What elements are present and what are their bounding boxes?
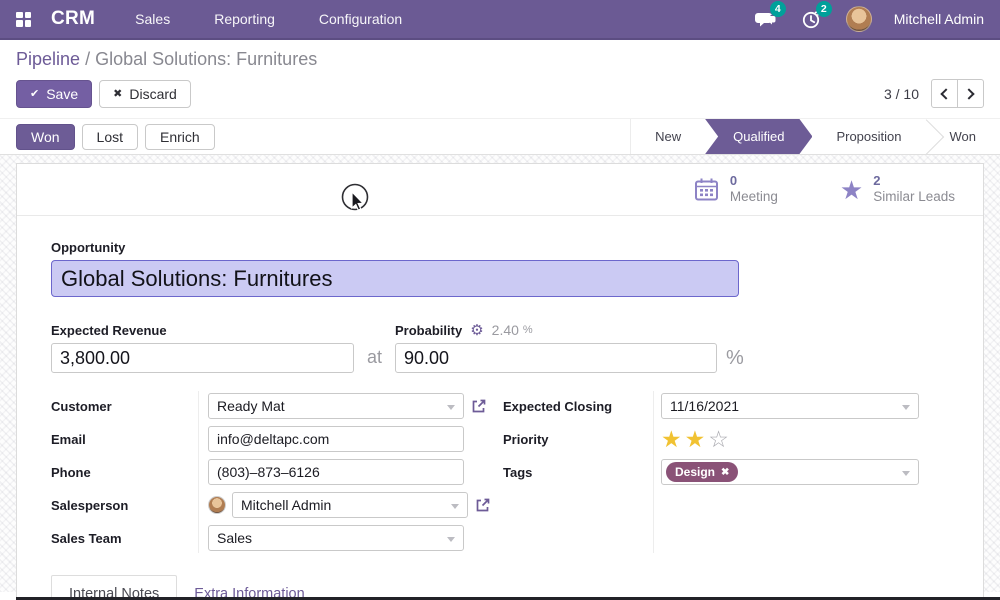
nav-menu: Sales Reporting Configuration [135, 11, 402, 27]
expected-closing-date-select[interactable]: 11/16/2021 [661, 393, 919, 419]
top-navbar: CRM Sales Reporting Configuration 4 2 Mi… [0, 0, 1000, 40]
field-group-right: Expected Closing 11/16/2021 Priority ★ ★… [503, 393, 923, 551]
customer-label: Customer [51, 399, 208, 414]
at-label: at [367, 347, 382, 368]
star-icon: ★ [840, 177, 863, 203]
save-button[interactable]: ✔ Save [16, 80, 92, 108]
chevron-left-icon [940, 88, 951, 99]
external-link-icon[interactable] [474, 497, 491, 514]
sales-team-label: Sales Team [51, 531, 208, 546]
pager-next-button[interactable] [957, 79, 984, 108]
stage-new[interactable]: New [631, 119, 705, 154]
user-name[interactable]: Mitchell Admin [894, 11, 984, 27]
discard-button[interactable]: ✖ Discard [99, 80, 191, 108]
priority-stars: ★ ★ ☆ [661, 428, 729, 451]
auto-probability-value: 2.40 [492, 322, 519, 338]
menu-reporting[interactable]: Reporting [214, 11, 275, 27]
menu-sales[interactable]: Sales [135, 11, 170, 27]
field-group-left: Customer Ready Mat Email [51, 393, 501, 551]
activities-badge: 2 [816, 1, 832, 17]
priority-star-3[interactable]: ☆ [708, 428, 729, 451]
pager-previous-button[interactable] [931, 79, 958, 108]
expected-revenue-label: Expected Revenue [51, 323, 167, 338]
enrich-button[interactable]: Enrich [145, 124, 215, 150]
breadcrumb: Pipeline / Global Solutions: Furnitures [16, 49, 984, 70]
column-divider [198, 391, 199, 553]
opportunity-label: Opportunity [51, 240, 949, 255]
salesperson-avatar [208, 496, 226, 514]
calendar-icon [693, 176, 720, 203]
customer-select[interactable]: Ready Mat [208, 393, 464, 419]
priority-label: Priority [503, 432, 661, 447]
expected-revenue-input[interactable] [51, 343, 354, 373]
form-view-background: 0 Meeting ★ 2 Similar Leads Opportunity … [0, 155, 1000, 592]
similar-leads-stat-button[interactable]: ★ 2 Similar Leads [840, 173, 955, 206]
probability-label: Probability [395, 323, 462, 338]
opportunity-title-input[interactable] [51, 260, 739, 297]
activities-icon[interactable]: 2 [800, 8, 824, 30]
form-sheet: 0 Meeting ★ 2 Similar Leads Opportunity … [16, 163, 984, 600]
external-link-icon[interactable] [470, 398, 487, 415]
x-icon: ✖ [113, 87, 122, 100]
control-panel: Pipeline / Global Solutions: Furnitures … [0, 40, 1000, 118]
gear-icon[interactable]: ⚙ [470, 323, 483, 338]
messages-icon[interactable]: 4 [754, 8, 778, 30]
column-divider [653, 391, 654, 553]
phone-input[interactable] [208, 459, 464, 485]
probability-input[interactable] [395, 343, 717, 373]
tag-pill-design[interactable]: Design ✖ [666, 462, 738, 482]
statusbar: Won Lost Enrich New Qualified Propositio… [0, 118, 1000, 155]
percent-suffix: % [726, 347, 744, 370]
phone-label: Phone [51, 465, 208, 480]
tag-remove-icon[interactable]: ✖ [721, 467, 729, 478]
salesperson-select[interactable]: Mitchell Admin [232, 492, 468, 518]
email-label: Email [51, 432, 208, 447]
meeting-stat-button[interactable]: 0 Meeting [693, 173, 778, 206]
breadcrumb-current: Global Solutions: Furnitures [95, 49, 317, 69]
tags-label: Tags [503, 465, 661, 480]
stage-proposition[interactable]: Proposition [812, 119, 925, 154]
priority-star-1[interactable]: ★ [661, 428, 682, 451]
salesperson-label: Salesperson [51, 498, 208, 513]
auto-probability-unit: % [523, 324, 533, 336]
stage-qualified[interactable]: Qualified [705, 119, 812, 154]
won-button[interactable]: Won [16, 124, 75, 150]
chevron-right-icon [963, 88, 974, 99]
stage-pipeline: New Qualified Proposition Won [630, 119, 1000, 154]
meeting-count: 0 [730, 173, 778, 189]
similar-leads-count: 2 [873, 173, 955, 189]
breadcrumb-separator: / [85, 49, 90, 69]
pager-counter: 3 / 10 [884, 86, 919, 102]
tags-select[interactable]: Design ✖ [661, 459, 919, 485]
check-icon: ✔ [30, 87, 39, 100]
breadcrumb-pipeline[interactable]: Pipeline [16, 49, 80, 69]
sales-team-select[interactable]: Sales [208, 525, 464, 551]
priority-star-2[interactable]: ★ [685, 428, 706, 451]
email-input[interactable] [208, 426, 464, 452]
stat-button-bar: 0 Meeting ★ 2 Similar Leads [17, 164, 983, 216]
apps-menu-icon[interactable] [16, 12, 31, 27]
expected-closing-label: Expected Closing [503, 399, 661, 414]
messages-badge: 4 [770, 1, 786, 17]
app-name[interactable]: CRM [51, 8, 95, 30]
stage-won[interactable]: Won [926, 119, 1000, 154]
lost-button[interactable]: Lost [82, 124, 138, 150]
user-avatar[interactable] [846, 6, 872, 32]
menu-configuration[interactable]: Configuration [319, 11, 402, 27]
